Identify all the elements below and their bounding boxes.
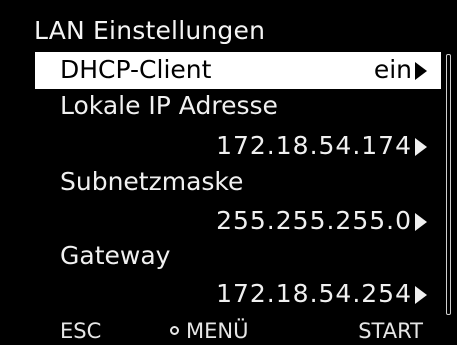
menu-softkey[interactable]: MENÜ [170,318,248,345]
esc-softkey[interactable]: ESC [60,318,101,345]
menu-item-local-ip-label[interactable]: Lokale IP Adresse [60,90,278,122]
menu-item-gateway-label[interactable]: Gateway [60,240,170,272]
scrollbar[interactable] [446,54,451,315]
subnet-value: 255.255.255.0 [216,206,412,235]
start-softkey[interactable]: START [358,318,423,345]
softkey-bar: ESC MENÜ START [0,318,457,345]
arrow-right-icon [415,62,427,80]
menu-item-label: DHCP-Client [60,55,212,84]
settings-menu: DHCP-Client ein Lokale IP Adresse 172.18… [0,0,457,345]
arrow-right-icon [415,138,427,156]
menu-item-local-ip-value[interactable]: 172.18.54.174 [216,130,427,162]
menu-item-subnet-label[interactable]: Subnetzmaske [60,166,243,198]
arrow-right-icon [415,213,427,231]
gateway-value: 172.18.54.254 [216,279,412,308]
menu-item-value: ein [374,54,427,86]
arrow-right-icon [415,286,427,304]
menu-softkey-label: MENÜ [186,319,249,343]
dhcp-value: ein [373,55,412,84]
lan-settings-screen: LAN Einstellungen DHCP-Client ein Lokale… [0,0,457,345]
menu-item-subnet-value[interactable]: 255.255.255.0 [216,205,427,237]
menu-item-gateway-value[interactable]: 172.18.54.254 [216,278,427,310]
circle-icon [170,326,179,335]
local-ip-value: 172.18.54.174 [216,131,412,160]
